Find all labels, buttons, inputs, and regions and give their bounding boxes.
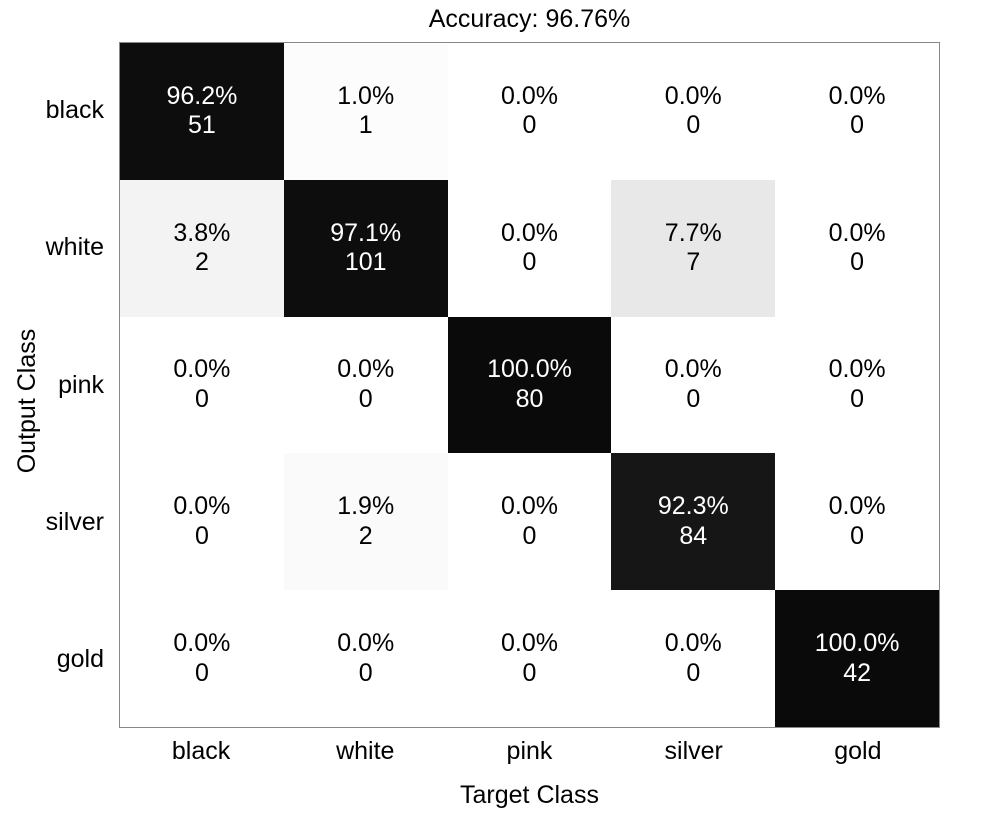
cell-count: 0 [686,658,701,687]
cell-count: 84 [679,521,708,550]
matrix-cell-black-gold: 0.0% 0 [775,43,939,180]
matrix-cell-gold-black: 0.0% 0 [120,590,284,727]
cell-count: 2 [194,248,209,277]
x-tick-pink: pink [506,736,553,765]
cell-count: 0 [850,384,865,413]
cell-percent: 0.0% [664,81,722,110]
y-tick-white: white [45,233,104,262]
y-axis-tick-labels: black white pink silver gold [0,42,112,728]
cell-percent: 0.0% [173,492,231,521]
cell-percent: 97.1% [330,218,402,247]
matrix-cell-black-silver: 0.0% 0 [611,43,776,180]
y-tick-black: black [45,96,104,125]
x-tick-silver: silver [664,736,723,765]
cell-count: 0 [522,111,537,140]
cell-percent: 0.0% [501,218,558,247]
matrix-cell-pink-pink: 100.0% 80 [447,316,612,454]
matrix-cell-white-gold: 0.0% 0 [775,179,939,317]
x-axis-tick-labels: black white pink silver gold [119,733,940,769]
cell-count: 1 [358,111,373,140]
cell-percent: 100.0% [814,629,900,658]
cell-percent: 0.0% [664,355,722,384]
confusion-matrix-figure: Accuracy: 96.76% Output Class black whit… [0,0,1000,825]
cell-count: 42 [843,658,871,687]
matrix-cell-white-pink: 0.0% 0 [447,179,612,317]
cell-count: 101 [344,248,387,277]
cell-count: 0 [194,384,209,413]
cell-percent: 7.7% [664,218,722,247]
cell-percent: 0.0% [828,492,886,521]
x-tick-black: black [171,736,231,765]
matrix-plot-area: 96.2% 51 1.0% 1 0.0% 0 0.0% 0 0.0% 0 3.8% 2 97.1% 101… [119,42,940,728]
cell-count: 0 [686,111,701,140]
cell-percent: 96.2% [166,81,238,110]
cell-percent: 100.0% [487,355,572,384]
matrix-cell-gold-silver: 0.0% 0 [611,590,776,727]
matrix-cell-gold-gold: 100.0% 42 [775,590,939,727]
matrix-cell-silver-black: 0.0% 0 [120,453,284,591]
matrix-cell-white-black: 3.8% 2 [120,179,284,317]
cell-count: 0 [358,384,373,413]
matrix-cell-gold-white: 0.0% 0 [283,590,448,727]
x-axis-title: Target Class [460,781,599,809]
cell-percent: 0.0% [501,492,558,521]
matrix-cell-silver-gold: 0.0% 0 [775,453,939,591]
cell-count: 0 [522,521,537,550]
matrix-cell-white-silver: 7.7% 7 [611,179,776,317]
x-tick-white: white [336,736,395,765]
cell-percent: 3.8% [173,218,231,247]
matrix-cell-silver-white: 1.9% 2 [283,453,448,591]
chart-title: Accuracy: 96.76% [428,5,631,33]
cell-count: 0 [522,658,537,687]
cell-percent: 0.0% [173,355,231,384]
matrix-cell-silver-pink: 0.0% 0 [447,453,612,591]
cell-percent: 0.0% [173,629,231,658]
cell-count: 0 [850,248,865,277]
matrix-cell-black-black: 96.2% 51 [120,43,284,180]
cell-count: 2 [358,521,373,550]
y-tick-silver: silver [45,507,104,536]
matrix-cell-silver-silver: 92.3% 84 [611,453,776,591]
matrix-cell-pink-silver: 0.0% 0 [611,316,776,454]
cell-percent: 0.0% [501,629,558,658]
matrix-cell-white-white: 97.1% 101 [283,179,448,317]
cell-count: 0 [194,658,209,687]
cell-percent: 0.0% [828,81,886,110]
cell-count: 7 [686,248,701,277]
cell-percent: 92.3% [657,492,729,521]
cell-count: 0 [194,521,209,550]
cell-count: 0 [522,248,537,277]
cell-percent: 1.0% [337,81,395,110]
matrix-grid: 96.2% 51 1.0% 1 0.0% 0 0.0% 0 0.0% 0 3.8% 2 97.1% 101… [120,43,939,727]
matrix-cell-pink-white: 0.0% 0 [283,316,448,454]
matrix-cell-black-white: 1.0% 1 [283,43,448,180]
y-tick-pink: pink [58,370,104,399]
cell-count: 80 [515,384,544,413]
cell-percent: 0.0% [828,355,886,384]
cell-percent: 0.0% [664,629,722,658]
cell-percent: 0.0% [828,218,886,247]
cell-count: 0 [686,384,701,413]
cell-percent: 0.0% [337,629,395,658]
cell-percent: 0.0% [337,355,395,384]
cell-count: 0 [358,658,373,687]
cell-percent: 1.9% [337,492,395,521]
cell-percent: 0.0% [501,81,558,110]
cell-count: 51 [187,111,216,140]
x-tick-gold: gold [834,736,882,765]
cell-count: 0 [850,521,865,550]
matrix-cell-black-pink: 0.0% 0 [447,43,612,180]
matrix-cell-pink-black: 0.0% 0 [120,316,284,454]
y-tick-gold: gold [56,644,104,673]
matrix-cell-pink-gold: 0.0% 0 [775,316,939,454]
cell-count: 0 [850,111,865,140]
matrix-cell-gold-pink: 0.0% 0 [447,590,612,727]
